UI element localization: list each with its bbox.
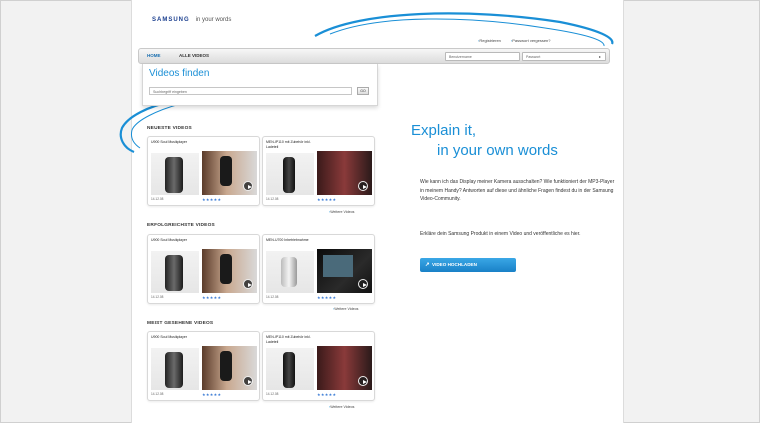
upload-arrow-icon: ↗	[425, 262, 430, 268]
play-icon[interactable]	[243, 376, 253, 386]
forgot-password-link[interactable]: Passwort vergessen?	[511, 38, 550, 43]
video-card[interactable]: MEN-IP110 mit Zubehör inkl. Ladeteil 14.…	[262, 331, 375, 401]
phone-in-hand-image	[220, 156, 232, 186]
rating-stars: ★★★★★	[202, 295, 222, 300]
samsung-logo[interactable]: SAMSUNG	[152, 17, 190, 23]
section-title-most-viewed: MEIST GESEHENE VIDEOS	[147, 321, 214, 326]
rating-stars: ★★★★★	[317, 197, 337, 202]
video-date: 14.12.08	[266, 197, 279, 201]
tab-all-videos[interactable]: ALLE VIDEOS	[179, 53, 209, 58]
phone-image	[165, 255, 183, 291]
video-date: 14.12.08	[151, 197, 164, 201]
phone-image	[281, 257, 297, 287]
rating-stars: ★★★★★	[317, 392, 337, 397]
video-date: 14.12.08	[151, 295, 164, 299]
video-card[interactable]: MEN-IP110 mit Zubehör inkl. Ladeteil 14.…	[262, 136, 375, 206]
upload-button-label: VIDEO HOCHLADEN	[432, 262, 477, 267]
video-card[interactable]: U900 Soul Musikplayer 14.12.08 ★★★★★	[147, 136, 260, 206]
phone-in-hand-image	[220, 351, 232, 381]
screen-image	[323, 255, 353, 277]
section-title-most-successful: ERFOLGREICHSTE VIDEOS	[147, 223, 215, 228]
phone-thumbnail[interactable]	[151, 251, 199, 293]
phone-thumbnail[interactable]	[266, 153, 314, 195]
more-videos-link[interactable]: Weitere Videos	[329, 210, 354, 214]
play-icon[interactable]	[243, 279, 253, 289]
phone-thumbnail[interactable]	[151, 153, 199, 195]
tab-home[interactable]: HOME	[147, 53, 161, 58]
phone-image	[283, 352, 295, 388]
nav-bar: HOME ALLE VIDEOS Benutzername Passwort ▸	[138, 48, 610, 64]
search-input[interactable]: Suchbegriff eingeben	[149, 87, 352, 95]
more-videos-link[interactable]: Weitere Videos	[329, 405, 354, 409]
upload-video-button[interactable]: ↗ VIDEO HOCHLADEN	[420, 258, 516, 272]
video-thumbnail[interactable]	[317, 151, 372, 195]
phone-thumbnail[interactable]	[266, 251, 314, 293]
video-title[interactable]: MEN-U700 Inbetriebnahme	[266, 238, 314, 243]
more-videos-link[interactable]: Weitere Videos	[333, 307, 358, 311]
promo-headline-1: Explain it,	[411, 122, 477, 139]
register-link[interactable]: Registrieren	[478, 38, 501, 43]
video-thumbnail[interactable]	[202, 346, 257, 390]
phone-in-hand-image	[220, 254, 232, 284]
video-card[interactable]: MEN-U700 Inbetriebnahme 14.12.08 ★★★★★	[262, 234, 375, 304]
promo-headline-2: in your own words	[437, 142, 558, 159]
video-title[interactable]: MEN-IP110 mit Zubehör inkl. Ladeteil	[266, 140, 314, 149]
promo-paragraph-2: Erkläre dein Samsung Produkt in einem Vi…	[420, 231, 581, 237]
promo-paragraph-1: Wie kann ich das Display meiner Kamera a…	[420, 179, 615, 203]
play-icon[interactable]	[358, 376, 368, 386]
brand-tagline: in your words	[195, 17, 232, 23]
login-arrow-icon[interactable]: ▸	[599, 54, 601, 59]
video-date: 14.12.08	[266, 392, 279, 396]
video-title[interactable]: U900 Soul Musikplayer	[151, 140, 199, 145]
video-finder-panel: Videos finden Suchbegriff eingeben GO	[142, 64, 378, 106]
video-thumbnail[interactable]	[202, 151, 257, 195]
video-date: 14.12.08	[151, 392, 164, 396]
phone-thumbnail[interactable]	[266, 348, 314, 390]
phone-image	[165, 352, 183, 388]
rating-stars: ★★★★★	[317, 295, 337, 300]
video-card[interactable]: U900 Soul Musikplayer 14.12.08 ★★★★★	[147, 234, 260, 304]
search-button[interactable]: GO	[357, 87, 369, 95]
rating-stars: ★★★★★	[202, 197, 222, 202]
rating-stars: ★★★★★	[202, 392, 222, 397]
video-date: 14.12.08	[266, 295, 279, 299]
video-card[interactable]: U900 Soul Musikplayer 14.12.08 ★★★★★	[147, 331, 260, 401]
video-title[interactable]: MEN-IP110 mit Zubehör inkl. Ladeteil	[266, 335, 314, 344]
brand-header: SAMSUNG in your words	[152, 17, 231, 23]
top-links: Registrieren Passwort vergessen?	[478, 38, 550, 43]
password-placeholder: Passwort	[526, 55, 541, 59]
play-icon[interactable]	[358, 279, 368, 289]
video-thumbnail[interactable]	[317, 249, 372, 293]
play-icon[interactable]	[358, 181, 368, 191]
video-thumbnail[interactable]	[202, 249, 257, 293]
play-icon[interactable]	[243, 181, 253, 191]
video-title[interactable]: U900 Soul Musikplayer	[151, 335, 199, 340]
phone-image	[165, 157, 183, 193]
section-title-newest: NEUESTE VIDEOS	[147, 126, 192, 131]
phone-image	[283, 157, 295, 193]
video-thumbnail[interactable]	[317, 346, 372, 390]
finder-title: Videos finden	[149, 68, 210, 79]
video-title[interactable]: U900 Soul Musikplayer	[151, 238, 199, 243]
phone-thumbnail[interactable]	[151, 348, 199, 390]
password-field[interactable]: Passwort ▸	[522, 52, 606, 61]
username-field[interactable]: Benutzername	[445, 52, 520, 61]
